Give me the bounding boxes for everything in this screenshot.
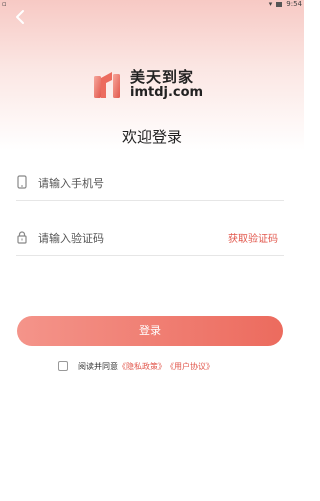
status-time: 9:54 <box>286 0 302 8</box>
agreement-prefix: 阅读并同意 <box>78 361 118 371</box>
get-code-button[interactable]: 获取验证码 <box>228 230 278 245</box>
phone-field <box>16 165 284 201</box>
brand-domain: imtdj.com <box>130 85 204 100</box>
debug-icon: ▫ <box>2 0 7 8</box>
battery-icon <box>276 1 283 7</box>
phone-input[interactable] <box>38 174 208 192</box>
chevron-left-icon[interactable] <box>12 9 30 25</box>
privacy-policy-link[interactable]: 《隐私政策》 <box>118 361 166 372</box>
wifi-icon: ▾ <box>268 0 273 8</box>
user-agreement-link[interactable]: 《用户协议》 <box>166 361 214 372</box>
code-field: 获取验证码 <box>16 220 284 256</box>
brand-name: 美天到家 <box>130 68 195 86</box>
code-input[interactable] <box>38 229 208 247</box>
agreement-checkbox[interactable] <box>58 361 68 371</box>
brand-logo: 美天到家 imtdj.com <box>92 64 222 104</box>
lock-icon <box>17 231 27 244</box>
page-title: 欢迎登录 <box>121 128 182 146</box>
status-bar: ▫ ▾ 9:54 <box>0 0 304 10</box>
login-button[interactable]: 登录 <box>17 316 283 346</box>
agreement-row: 阅读并同意 《隐私政策》 《用户协议》 <box>58 359 214 373</box>
phone-icon <box>17 175 27 189</box>
brand-logo-icon <box>94 72 120 98</box>
